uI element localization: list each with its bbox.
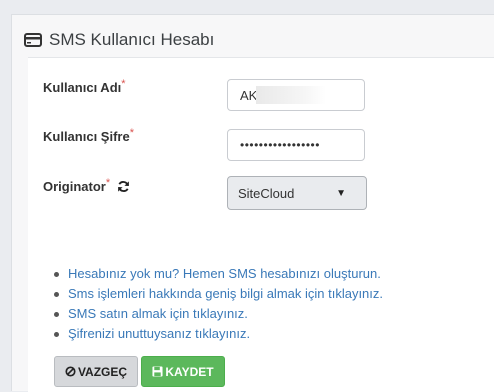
panel-body: Kullanıcı Adı* AK Kullanıcı Şifre* •••••…	[28, 57, 494, 392]
save-button[interactable]: KAYDET	[141, 356, 225, 387]
password-label: Kullanıcı Şifre*	[43, 127, 134, 144]
help-links: Hesabınız yok mu? Hemen SMS hesabınızı o…	[48, 264, 383, 344]
originator-select[interactable]: SiteCloud ▼	[227, 176, 367, 210]
required-mark: *	[129, 127, 134, 139]
panel-title: SMS Kullanıcı Hesabı	[49, 30, 215, 49]
link-buy-sms[interactable]: SMS satın almak için tıklayınız.	[53, 304, 383, 324]
cancel-button[interactable]: VAZGEÇ	[54, 356, 138, 387]
refresh-icon[interactable]	[117, 180, 130, 193]
sms-account-panel: SMS Kullanıcı Hesabı Kullanıcı Adı* AK K…	[11, 14, 494, 392]
required-mark: *	[121, 78, 126, 90]
username-input[interactable]: AK	[227, 79, 365, 111]
originator-label: Originator*	[43, 177, 130, 194]
link-sms-info[interactable]: Sms işlemleri hakkında geniş bilgi almak…	[53, 284, 383, 304]
username-label: Kullanıcı Adı*	[43, 78, 126, 95]
ban-icon	[65, 366, 76, 377]
save-label: KAYDET	[165, 364, 214, 379]
credit-card-icon	[24, 32, 42, 48]
required-mark: *	[105, 177, 111, 189]
link-forgot-password[interactable]: Şifrenizi unuttuysanız tıklayınız.	[53, 324, 383, 344]
link-create-account[interactable]: Hesabınız yok mu? Hemen SMS hesabınızı o…	[53, 264, 383, 284]
panel-header: SMS Kullanıcı Hesabı	[24, 27, 214, 53]
dropdown-caret-icon: ▼	[336, 187, 346, 199]
redacted-area	[256, 86, 326, 104]
save-icon	[152, 366, 163, 377]
password-input[interactable]: •••••••••••••••••	[227, 129, 365, 161]
cancel-label: VAZGEÇ	[77, 364, 128, 379]
